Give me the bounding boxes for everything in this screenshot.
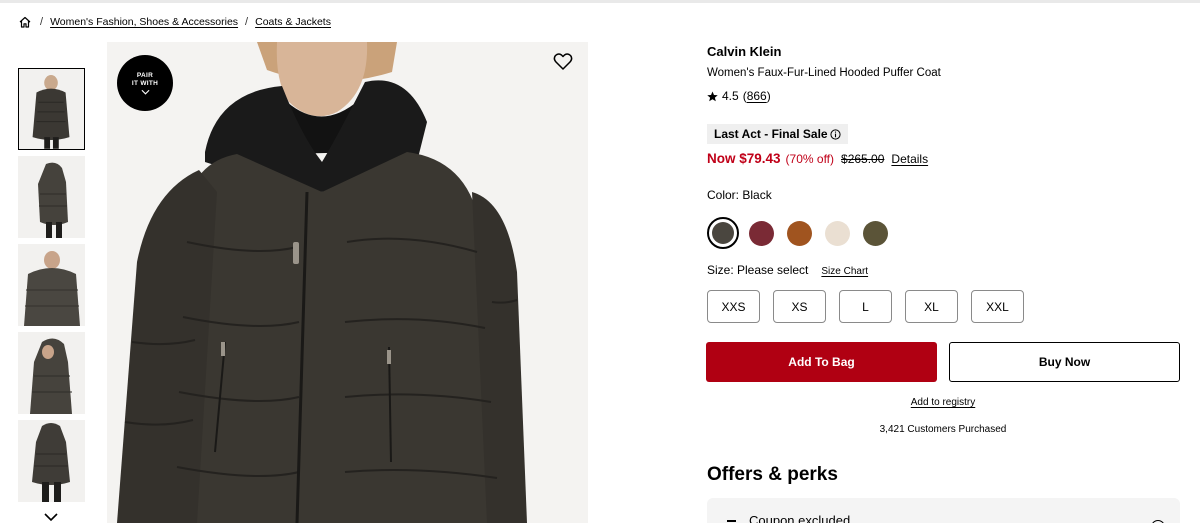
price-row: Now $79.43 (70% off) $265.00 Details (707, 151, 928, 166)
swatch-black[interactable] (707, 217, 739, 249)
dash-icon (727, 520, 736, 522)
offers-heading: Offers & perks (707, 464, 838, 485)
color-swatches (707, 217, 901, 249)
thumbnail-3[interactable] (18, 244, 85, 326)
chevron-down-icon[interactable] (43, 512, 59, 522)
add-to-bag-button[interactable]: Add To Bag (706, 342, 937, 382)
pair-badge-line1: PAIR (136, 71, 154, 79)
review-count-number[interactable]: 866 (747, 89, 767, 103)
size-option-xl[interactable]: XL (905, 290, 958, 323)
size-option-xxs[interactable]: XXS (707, 290, 760, 323)
product-title: Women's Faux-Fur-Lined Hooded Puffer Coa… (707, 67, 941, 79)
size-option-l[interactable]: L (839, 290, 892, 323)
swatch-olive[interactable] (863, 220, 888, 246)
home-icon[interactable] (18, 15, 32, 29)
price-discount: (70% off) (785, 152, 835, 166)
brand-name[interactable]: Calvin Klein (707, 44, 781, 59)
registry-row: Add to registry (706, 397, 1180, 408)
size-option-xs[interactable]: XS (773, 290, 826, 323)
price-details-link[interactable]: Details (891, 152, 928, 166)
sale-badge-label: Last Act - Final Sale (714, 127, 828, 141)
rating[interactable]: 4.5 (866) (707, 89, 771, 103)
breadcrumb-link-womens-fashion[interactable]: Women's Fashion, Shoes & Accessories (50, 16, 238, 28)
size-chart-link[interactable]: Size Chart (821, 266, 868, 277)
size-option-xxl[interactable]: XXL (971, 290, 1024, 323)
chevron-down-icon (141, 89, 149, 95)
review-count[interactable]: (866) (743, 89, 771, 103)
breadcrumb-separator: / (245, 16, 249, 28)
buy-now-button[interactable]: Buy Now (949, 342, 1180, 382)
top-divider (0, 0, 1200, 3)
swatch-burgundy[interactable] (749, 220, 774, 246)
thumbnail-4[interactable] (18, 332, 85, 414)
swatch-cream[interactable] (825, 220, 850, 246)
final-sale-badge: Last Act - Final Sale (707, 124, 848, 144)
price-now: Now $79.43 (707, 151, 781, 166)
add-to-registry-link[interactable]: Add to registry (911, 397, 975, 408)
coupon-excluded-row[interactable]: Coupon excluded (707, 498, 1180, 523)
star-icon (707, 90, 718, 101)
swatch-cognac[interactable] (787, 220, 812, 246)
pair-it-with-button[interactable]: PAIR IT WITH (117, 55, 173, 111)
color-label: Color: Black (707, 188, 772, 202)
thumbnail-2[interactable] (18, 156, 85, 238)
breadcrumb: / Women's Fashion, Shoes & Accessories /… (18, 14, 338, 30)
coat-photo (107, 42, 588, 523)
coupon-label: Coupon excluded (749, 513, 851, 523)
rating-value: 4.5 (722, 89, 739, 103)
heart-icon[interactable] (553, 52, 573, 71)
main-product-image[interactable] (107, 42, 588, 523)
customers-purchased: 3,421 Customers Purchased (879, 424, 1007, 435)
pair-badge-line2: IT WITH (131, 79, 159, 87)
thumbnail-1[interactable] (18, 68, 85, 150)
size-options: XXS XS L XL XXL (707, 290, 1037, 323)
size-label: Size: Please select (707, 263, 809, 277)
size-row: Size: Please select Size Chart (707, 263, 868, 277)
breadcrumb-separator: / (40, 16, 44, 28)
breadcrumb-link-coats-jackets[interactable]: Coats & Jackets (255, 16, 331, 28)
price-original: $265.00 (841, 152, 885, 166)
thumbnail-5[interactable] (18, 420, 85, 502)
info-icon[interactable] (830, 128, 841, 140)
